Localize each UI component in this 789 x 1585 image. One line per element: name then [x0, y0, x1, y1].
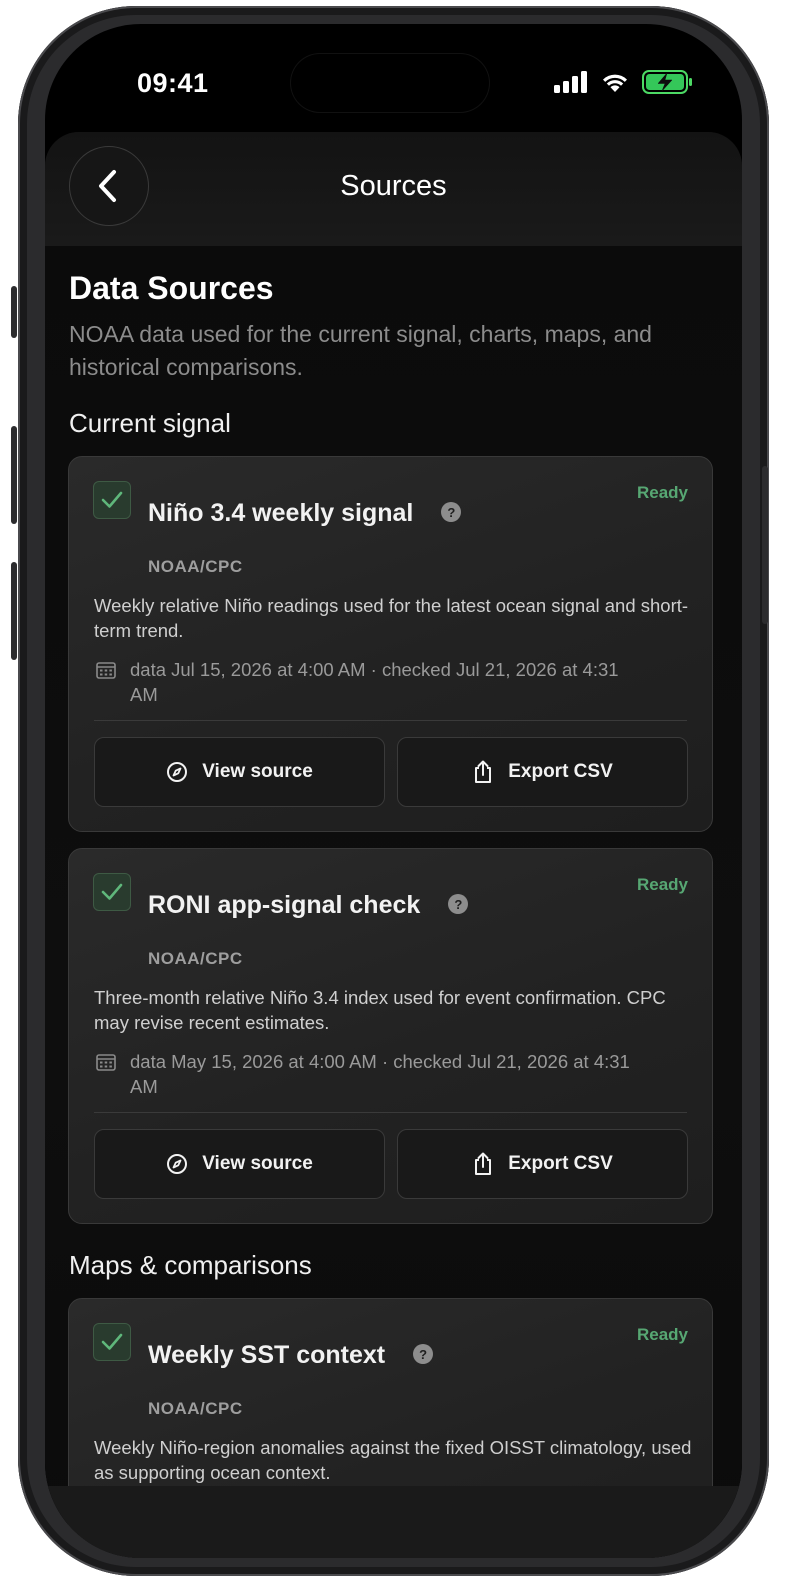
power-button — [762, 466, 768, 624]
source-checkbox[interactable] — [93, 1323, 131, 1361]
export-csv-button[interactable]: Export CSV — [397, 737, 688, 807]
silent-switch — [11, 286, 17, 338]
source-title: Weekly SST context? — [148, 1341, 434, 1370]
volume-up-button — [11, 426, 17, 524]
status-badge: Ready — [636, 1325, 688, 1344]
content-scroll[interactable]: Data Sources NOAA data used for the curr… — [45, 246, 742, 1558]
source-card-nino34: Niño 3.4 weekly signal? Ready NOAA/CPC W… — [68, 456, 713, 832]
battery-charging-icon — [642, 70, 692, 94]
home-indicator-area — [45, 1486, 742, 1558]
view-source-button[interactable]: View source — [94, 1129, 385, 1199]
source-org: NOAA/CPC — [148, 949, 243, 968]
source-description: Weekly Niño-region anomalies against the… — [94, 1437, 692, 1483]
source-description: Three-month relative Niño 3.4 index used… — [94, 987, 666, 1033]
export-csv-label: Export CSV — [508, 761, 613, 782]
screen: 09:41 Sources Data Sources NOAA data use… — [45, 24, 742, 1558]
export-csv-button[interactable]: Export CSV — [397, 1129, 688, 1199]
section-heading-current-signal: Current signal — [69, 408, 231, 438]
export-csv-label: Export CSV — [508, 1153, 613, 1174]
source-title: Niño 3.4 weekly signal? — [148, 499, 462, 528]
source-org: NOAA/CPC — [148, 557, 243, 576]
source-title-text: RONI app-signal check — [148, 891, 421, 919]
volume-down-button — [11, 562, 17, 660]
card-divider — [94, 1112, 687, 1113]
page-subtitle: NOAA data used for the current signal, c… — [69, 321, 652, 380]
source-checkbox[interactable] — [93, 481, 131, 519]
checkmark-icon — [101, 1333, 123, 1350]
section-heading-maps: Maps & comparisons — [69, 1250, 312, 1280]
source-timestamps: data Jul 15, 2026 at 4:00 AM · checked J… — [130, 659, 619, 705]
wifi-icon — [603, 74, 627, 92]
source-checkbox[interactable] — [93, 873, 131, 911]
sources-sheet: Sources Data Sources NOAA data used for … — [45, 132, 742, 1558]
help-icon[interactable]: ? — [448, 894, 469, 915]
source-description: Weekly relative Niño readings used for t… — [94, 595, 689, 641]
compass-icon — [167, 1154, 188, 1174]
source-card-roni: RONI app-signal check? Ready NOAA/CPC Th… — [68, 848, 713, 1224]
calendar-icon — [96, 662, 116, 679]
calendar-icon — [96, 1054, 116, 1071]
source-title: RONI app-signal check? — [148, 891, 469, 920]
help-icon[interactable]: ? — [441, 502, 462, 523]
status-icons — [554, 70, 694, 94]
view-source-label: View source — [202, 761, 313, 782]
source-title-text: Weekly SST context — [148, 1341, 386, 1369]
source-timestamps: data May 15, 2026 at 4:00 AM · checked J… — [130, 1051, 630, 1097]
view-source-button[interactable]: View source — [94, 737, 385, 807]
help-icon[interactable]: ? — [413, 1344, 434, 1365]
card-divider — [94, 720, 687, 721]
source-title-text: Niño 3.4 weekly signal — [148, 499, 414, 527]
cellular-signal-icon — [554, 71, 587, 93]
dynamic-island — [291, 54, 489, 112]
page-title: Data Sources — [69, 270, 274, 306]
phone-frame: 09:41 Sources Data Sources NOAA data use… — [11, 6, 769, 1576]
share-icon — [475, 760, 492, 783]
status-badge: Ready — [636, 875, 688, 894]
status-bar: 09:41 — [45, 24, 742, 144]
checkmark-icon — [101, 883, 123, 900]
status-time: 09:41 — [137, 68, 209, 98]
nav-title: Sources — [340, 170, 447, 202]
checkmark-icon — [101, 491, 123, 508]
source-org: NOAA/CPC — [148, 1399, 243, 1418]
view-source-label: View source — [202, 1153, 313, 1174]
share-icon — [475, 1152, 492, 1175]
compass-icon — [167, 762, 188, 782]
status-badge: Ready — [636, 483, 688, 502]
nav-bar: Sources — [45, 132, 742, 246]
